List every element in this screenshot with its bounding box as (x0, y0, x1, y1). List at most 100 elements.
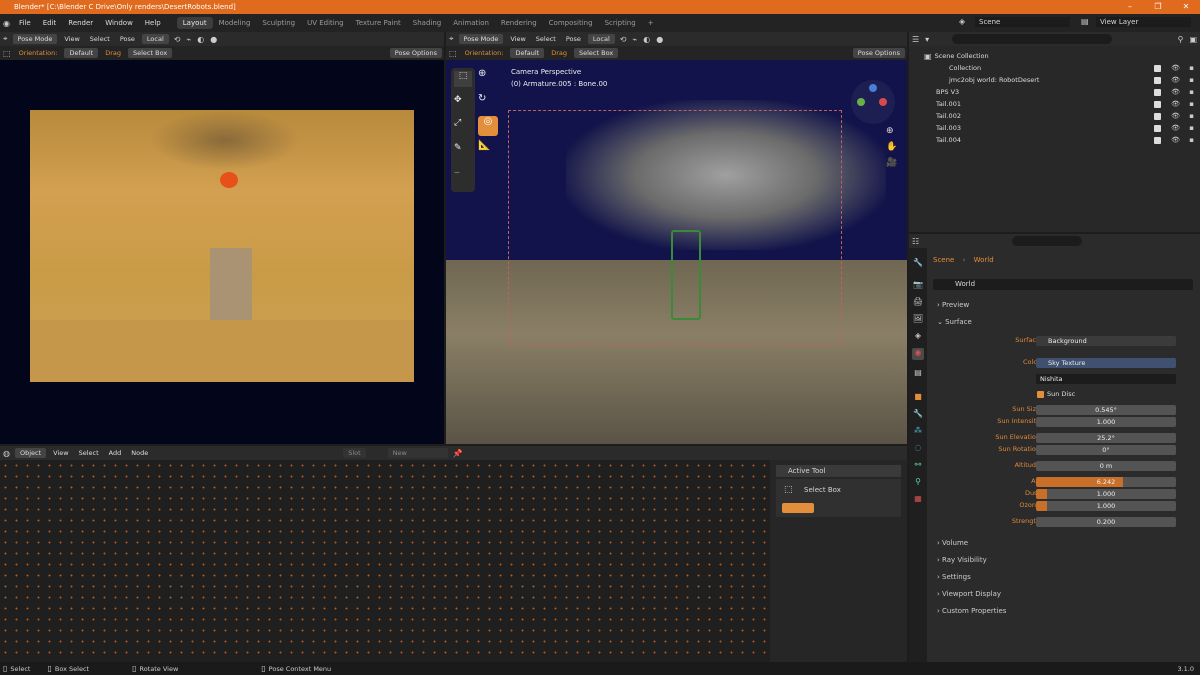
visibility-eye-icon[interactable]: 👁 (1171, 64, 1180, 72)
menu-window[interactable]: Window (99, 19, 139, 27)
menu-node[interactable]: Node (126, 449, 153, 457)
outliner-item[interactable]: Tail.003 👁 ▪ (909, 122, 1200, 134)
zoom-icon[interactable]: ⊕ (886, 126, 894, 136)
outliner-item[interactable]: Tail.001 👁 ▪ (909, 98, 1200, 110)
blender-logo-icon[interactable]: ◉ (0, 19, 13, 28)
section-settings[interactable]: › Settings (937, 573, 971, 581)
mode-select[interactable]: Pose Mode (12, 34, 58, 44)
scene-icon[interactable]: ◈ (956, 17, 968, 26)
pin-icon[interactable]: 📌 (450, 449, 466, 458)
transform-orientation[interactable]: Local (587, 34, 615, 44)
field-value[interactable]: 25.2° (1036, 433, 1176, 443)
close-icon[interactable]: ✕ (1172, 0, 1200, 14)
visibility-eye-icon[interactable]: 👁 (1171, 112, 1180, 120)
selection-mode-buttons[interactable] (782, 503, 814, 513)
tab-scripting[interactable]: Scripting (599, 17, 642, 29)
outliner-root[interactable]: ▣ Scene Collection (909, 50, 1200, 62)
visibility-eye-icon[interactable]: 👁 (1171, 88, 1180, 96)
include-checkbox[interactable] (1154, 136, 1161, 144)
transform-orientation[interactable]: Local (141, 34, 169, 44)
tab-sculpting[interactable]: Sculpting (256, 17, 301, 29)
navigation-gizmo[interactable] (851, 80, 895, 124)
view-layer-tab-icon[interactable]: 🖼 (912, 314, 924, 326)
section-volume[interactable]: › Volume (937, 539, 968, 547)
outliner-item[interactable]: BPS V3 👁 ▪ (909, 86, 1200, 98)
scale-tool-icon[interactable]: ⤢ (454, 118, 461, 128)
new-collection-icon[interactable]: ▣ (1186, 35, 1200, 44)
menu-view[interactable]: View (505, 35, 530, 43)
render-camera-icon[interactable]: ▪ (1189, 136, 1194, 144)
menu-add[interactable]: Add (104, 449, 127, 457)
y-axis-icon[interactable] (857, 98, 865, 106)
field-value[interactable]: 0° (1036, 445, 1176, 455)
mode-select[interactable]: Pose Mode (458, 34, 504, 44)
orientation-select[interactable]: Default (64, 48, 99, 58)
drag-select[interactable]: Select Box (128, 48, 173, 58)
tab-uv-editing[interactable]: UV Editing (301, 17, 350, 29)
pan-hand-icon[interactable]: ✋ (886, 142, 897, 152)
outliner-item[interactable]: jmc2obj world: RobotDesert 👁 ▪ (909, 74, 1200, 86)
outliner-item[interactable]: Tail.004 👁 ▪ (909, 134, 1200, 146)
mid-viewport[interactable]: Camera Perspective (0) Armature.005 : Bo… (446, 60, 907, 444)
menu-edit[interactable]: Edit (37, 19, 63, 27)
snap-icon[interactable]: ⌁ (629, 35, 640, 44)
include-checkbox[interactable] (1154, 64, 1161, 72)
breadcrumb-scene[interactable]: Scene (933, 256, 954, 264)
render-camera-icon[interactable]: ▪ (1189, 88, 1194, 96)
menu-view[interactable]: View (48, 449, 73, 457)
z-axis-icon[interactable] (869, 84, 877, 92)
outliner-item[interactable]: Tail.002 👁 ▪ (909, 110, 1200, 122)
include-checkbox[interactable] (1154, 88, 1161, 96)
visibility-eye-icon[interactable]: 👁 (1171, 76, 1180, 84)
cursor-tool-icon[interactable]: ⊕ (478, 68, 498, 88)
field-value[interactable]: 0 m (1036, 461, 1176, 471)
properties-search-input[interactable] (1012, 236, 1083, 246)
render-tab-icon[interactable]: 📷 (912, 280, 924, 292)
menu-pose[interactable]: Pose (115, 35, 140, 43)
editor-type-icon[interactable]: ☷ (909, 237, 922, 246)
x-axis-icon[interactable] (879, 98, 887, 106)
menu-render[interactable]: Render (62, 19, 99, 27)
surface-value[interactable]: Background (1036, 336, 1176, 346)
section-surface[interactable]: ⌄ Surface (937, 318, 972, 326)
display-mode-icon[interactable]: ▾ (922, 35, 932, 44)
maximize-icon[interactable]: ❐ (1144, 0, 1172, 14)
active-tool-header[interactable]: Active Tool (776, 465, 901, 477)
pivot-icon[interactable]: ⟲ (617, 35, 630, 44)
new-material-button[interactable]: New (387, 448, 448, 458)
view-layer-icon[interactable]: ▤ (1078, 17, 1092, 26)
outliner-item[interactable]: Collection 👁 ▪ (909, 62, 1200, 74)
visibility-eye-icon[interactable]: 👁 (1171, 136, 1180, 144)
field-value[interactable]: 6.242 (1036, 477, 1176, 487)
orientation-select[interactable]: Default (510, 48, 545, 58)
field-value[interactable]: 1.000 (1036, 501, 1176, 511)
move-tool-icon[interactable]: ✥ (454, 95, 462, 105)
tab-compositing[interactable]: Compositing (543, 17, 599, 29)
tab-rendering[interactable]: Rendering (495, 17, 543, 29)
section-viewport-display[interactable]: › Viewport Display (937, 590, 1001, 598)
render-camera-icon[interactable]: ▪ (1189, 100, 1194, 108)
annotate-tool-icon[interactable]: ✎ (454, 143, 462, 153)
menu-help[interactable]: Help (139, 19, 167, 27)
outliner-search-input[interactable] (952, 34, 1113, 44)
editor-type-icon[interactable]: ◍ (0, 449, 13, 458)
editor-type-icon[interactable]: ⌖ (0, 34, 11, 44)
overlay-icon[interactable]: ◐ (194, 35, 207, 44)
include-checkbox[interactable] (1154, 100, 1161, 108)
add-workspace-icon[interactable]: + (642, 17, 660, 29)
sky-type-select[interactable]: Nishita (1036, 374, 1176, 384)
tab-shading[interactable]: Shading (407, 17, 447, 29)
shader-type-select[interactable]: Object (14, 448, 47, 458)
measure-tool-icon[interactable]: 📐 (478, 140, 490, 151)
filter-icon[interactable]: ⚲ (1175, 35, 1187, 44)
menu-file[interactable]: File (13, 19, 37, 27)
sun-disc-checkbox[interactable] (1037, 391, 1044, 398)
tab-animation[interactable]: Animation (447, 17, 495, 29)
snap-icon[interactable]: ⌁ (183, 35, 194, 44)
select-box-tool-icon[interactable]: ⬚ (454, 71, 472, 87)
render-camera-icon[interactable]: ▪ (1189, 76, 1194, 84)
section-ray-visibility[interactable]: › Ray Visibility (937, 556, 987, 564)
field-value[interactable]: 1.000 (1036, 417, 1176, 427)
scene-field[interactable]: Scene (975, 17, 1070, 27)
menu-select[interactable]: Select (85, 35, 115, 43)
